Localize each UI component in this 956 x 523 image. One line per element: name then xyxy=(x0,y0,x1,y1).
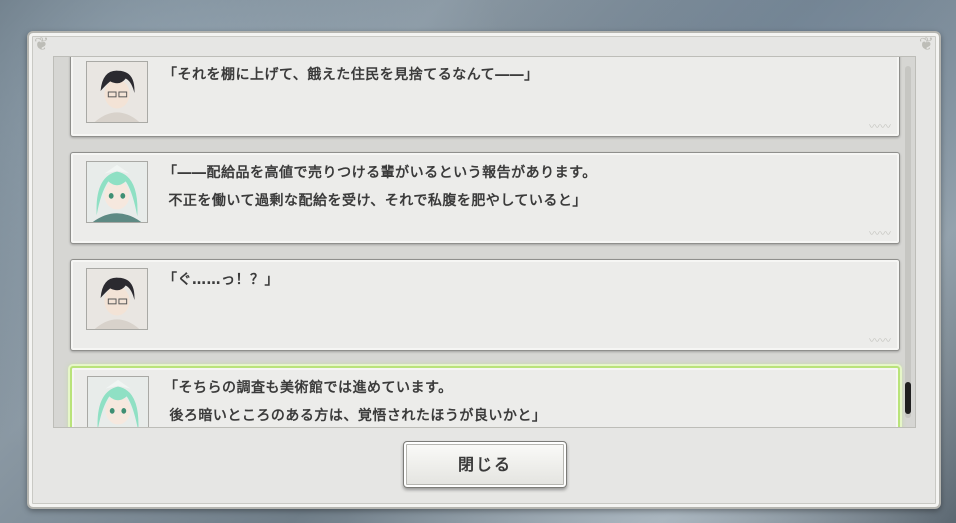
log-entry: 「――配給品を高値で売りつける輩がいるという報告があります。 不正を働いて過剰な… xyxy=(70,152,900,244)
log-entry-text: 「ぐ……っ！？」 xyxy=(163,272,279,288)
scrollbar-thumb[interactable] xyxy=(905,382,911,414)
log-entry-current: 「そちらの調査も美術館では進めています。 後ろ暗いところのある方は、覚悟されたほ… xyxy=(70,366,900,427)
close-button[interactable]: 閉じる xyxy=(403,441,567,488)
corner-ornament-icon: ❦ xyxy=(34,34,50,55)
dark-haired-man-portrait-icon xyxy=(86,268,148,330)
flourish-icon: 〰〰 xyxy=(869,227,891,240)
log-entry-text: 「それを棚に上げて、餓えた住民を見捨てるなんて――」 xyxy=(163,67,539,83)
dialogue-log-list[interactable]: 「それを棚に上げて、餓えた住民を見捨てるなんて――」 〰〰 「――配給品を高値で… xyxy=(53,56,916,428)
scrollbar-track[interactable] xyxy=(905,66,911,418)
flourish-icon: 〰〰 xyxy=(869,120,891,133)
log-entry: 「ぐ……っ！？」 〰〰 xyxy=(70,259,900,351)
log-entry-text: 「そちらの調査も美術館では進めています。 後ろ暗いところのある方は、覚悟されたほ… xyxy=(164,380,547,424)
green-haired-girl-portrait-icon xyxy=(86,161,148,223)
log-entry: 「それを棚に上げて、餓えた住民を見捨てるなんて――」 〰〰 xyxy=(70,57,900,137)
green-haired-girl-portrait-icon xyxy=(87,376,149,427)
corner-ornament-icon: ❦ xyxy=(918,34,934,55)
log-entry-text: 「――配給品を高値で売りつける輩がいるという報告があります。 不正を働いて過剰な… xyxy=(163,165,597,209)
dark-haired-man-portrait-icon xyxy=(86,61,148,123)
flourish-icon: 〰〰 xyxy=(869,334,891,347)
